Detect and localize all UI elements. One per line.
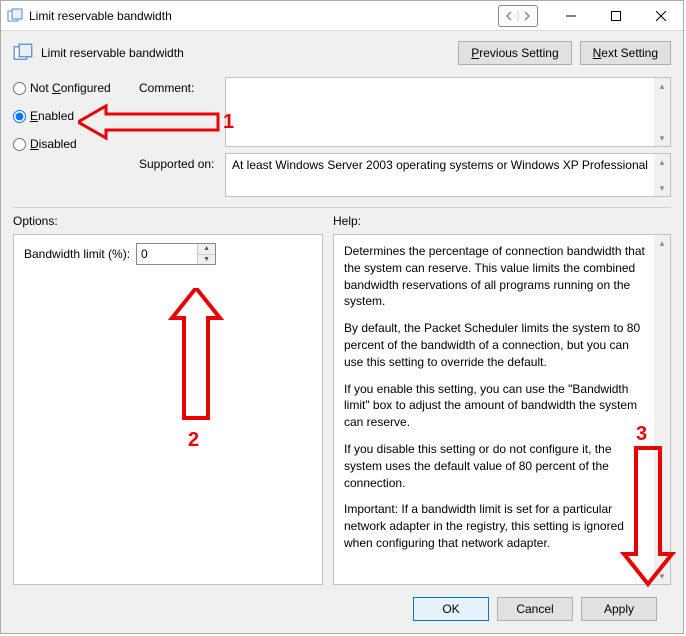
scroll-up-icon[interactable]: ▴: [654, 78, 670, 94]
policy-icon: [13, 43, 33, 63]
spinner-down-icon[interactable]: ▼: [198, 255, 215, 265]
scroll-up-icon[interactable]: ▴: [654, 235, 670, 251]
header-row: Limit reservable bandwidth Previous Sett…: [13, 41, 671, 65]
window-controls: [548, 1, 683, 31]
supported-text: At least Windows Server 2003 operating s…: [226, 154, 654, 196]
scroll-up-icon[interactable]: ▴: [654, 154, 670, 170]
footer: OK Cancel Apply: [13, 585, 671, 633]
options-panel: Bandwidth limit (%): ▲ ▼: [13, 234, 323, 585]
supported-box: At least Windows Server 2003 operating s…: [225, 153, 671, 197]
window-title: Limit reservable bandwidth: [29, 9, 498, 23]
help-p1: Determines the percentage of connection …: [344, 243, 650, 310]
options-label: Options:: [13, 214, 333, 228]
panels: Bandwidth limit (%): ▲ ▼ Determines the …: [13, 234, 671, 585]
help-p2: By default, the Packet Scheduler limits …: [344, 320, 650, 370]
nav-arrows-icon[interactable]: [498, 5, 538, 27]
help-p4: If you disable this setting or do not co…: [344, 441, 650, 491]
maximize-button[interactable]: [593, 1, 638, 31]
policy-title: Limit reservable bandwidth: [41, 46, 450, 60]
supported-scroll: ▴ ▾: [654, 154, 670, 196]
radio-enabled[interactable]: Enabled: [13, 109, 133, 123]
titlebar: Limit reservable bandwidth: [1, 1, 683, 31]
help-scroll: ▴ ▾: [654, 235, 670, 584]
previous-setting-button[interactable]: Previous Setting: [458, 41, 571, 65]
config-grid: Not Configured Enabled Disabled Comment:…: [13, 77, 671, 197]
bandwidth-spinner[interactable]: ▲ ▼: [136, 243, 216, 265]
radio-disabled-input[interactable]: [13, 138, 26, 151]
spinner-up-icon[interactable]: ▲: [198, 244, 215, 255]
comment-textarea[interactable]: [226, 78, 654, 146]
bandwidth-label: Bandwidth limit (%):: [24, 247, 130, 261]
comment-box: ▴ ▾: [225, 77, 671, 147]
scroll-down-icon[interactable]: ▾: [654, 130, 670, 146]
help-p3: If you enable this setting, you can use …: [344, 381, 650, 431]
radio-not-configured[interactable]: Not Configured: [13, 81, 133, 95]
supported-label: Supported on:: [139, 153, 219, 197]
app-icon: [7, 8, 23, 24]
lower-labels: Options: Help:: [13, 214, 671, 228]
help-panel: Determines the percentage of connection …: [333, 234, 671, 585]
state-radios: Not Configured Enabled Disabled: [13, 77, 133, 197]
radio-disabled[interactable]: Disabled: [13, 137, 133, 151]
comment-scroll: ▴ ▾: [654, 78, 670, 146]
scroll-down-icon[interactable]: ▾: [654, 180, 670, 196]
radio-enabled-input[interactable]: [13, 110, 26, 123]
dialog-window: Limit reservable bandwidth Limit reserva…: [0, 0, 684, 634]
dialog-body: Limit reservable bandwidth Previous Sett…: [1, 31, 683, 633]
radio-not-configured-input[interactable]: [13, 82, 26, 95]
apply-button[interactable]: Apply: [581, 597, 657, 621]
divider: [13, 207, 671, 208]
next-setting-button[interactable]: Next Setting: [580, 41, 671, 65]
minimize-button[interactable]: [548, 1, 593, 31]
scroll-down-icon[interactable]: ▾: [654, 568, 670, 584]
help-label: Help:: [333, 214, 671, 228]
help-content: Determines the percentage of connection …: [344, 243, 650, 576]
bandwidth-input[interactable]: [137, 244, 197, 264]
cancel-button[interactable]: Cancel: [497, 597, 573, 621]
ok-button[interactable]: OK: [413, 597, 489, 621]
comment-label: Comment:: [139, 77, 219, 147]
bandwidth-row: Bandwidth limit (%): ▲ ▼: [24, 243, 312, 265]
close-button[interactable]: [638, 1, 683, 31]
help-p5: Important: If a bandwidth limit is set f…: [344, 501, 650, 551]
